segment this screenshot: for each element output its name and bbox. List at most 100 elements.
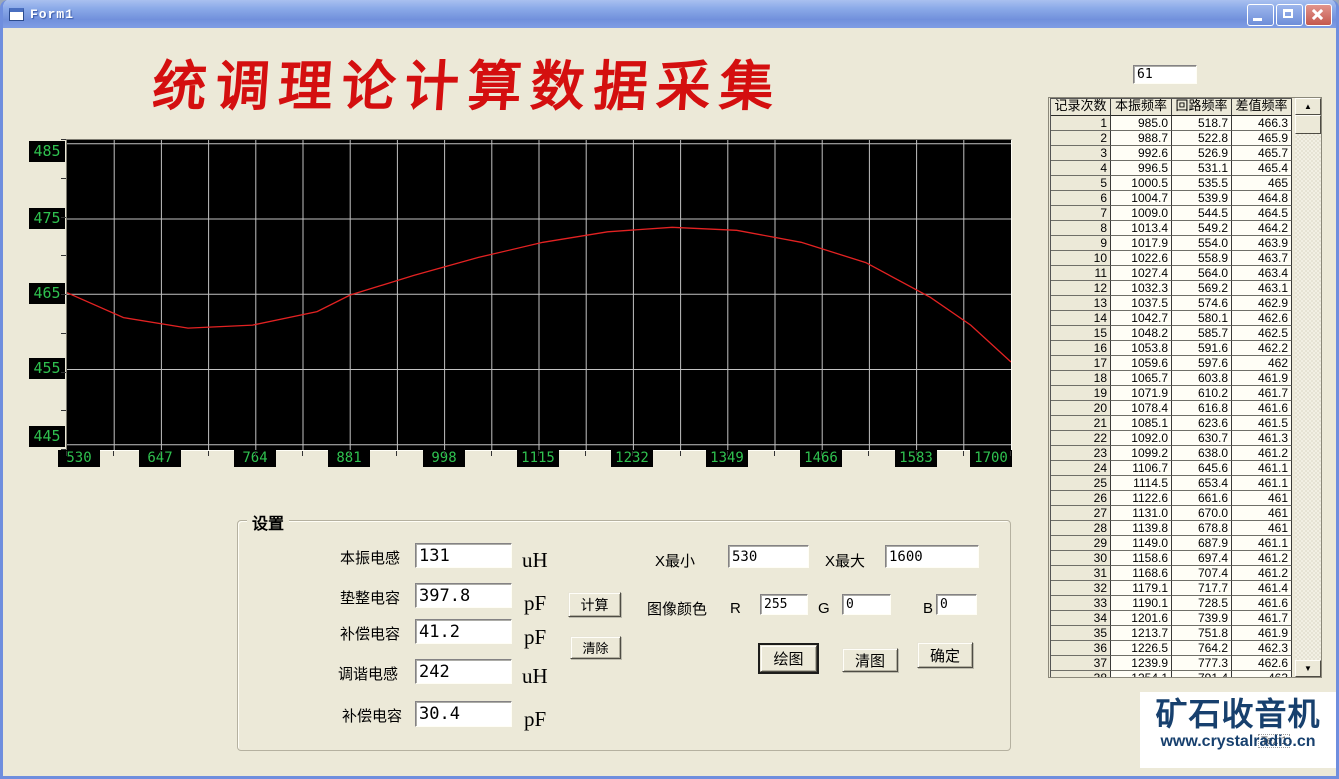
table-row[interactable]: 19 1071.9 610.2 461.7 <box>1051 386 1292 401</box>
table-row[interactable]: 31 1168.6 707.4 461.2 <box>1051 566 1292 581</box>
xmin-input[interactable] <box>728 545 809 568</box>
ok-button[interactable]: 确定 <box>917 642 973 668</box>
table-row[interactable]: 28 1139.8 678.8 461 <box>1051 521 1292 536</box>
value-cell: 1053.8 <box>1111 341 1172 356</box>
x-axis-label: 1700 <box>970 450 1012 467</box>
clear-plot-button[interactable]: 清图 <box>842 648 898 672</box>
table-row[interactable]: 23 1099.2 638.0 461.2 <box>1051 446 1292 461</box>
b-input[interactable] <box>936 594 977 615</box>
value-cell: 1122.6 <box>1111 491 1172 506</box>
table-row[interactable]: 18 1065.7 603.8 461.9 <box>1051 371 1292 386</box>
table-row[interactable]: 33 1190.1 728.5 461.6 <box>1051 596 1292 611</box>
value-cell: 630.7 <box>1172 431 1232 446</box>
chart-svg <box>66 140 1012 450</box>
unit-tuning-inductance: uH <box>522 664 548 688</box>
value-cell: 653.4 <box>1172 476 1232 491</box>
table-row[interactable]: 26 1122.6 661.6 461 <box>1051 491 1292 506</box>
y-axis-label: 475 <box>29 208 65 229</box>
clear-button[interactable]: 清除 <box>570 636 621 659</box>
titlebar[interactable]: Form1 <box>3 0 1336 28</box>
form-body: 统调理论计算数据采集 485 475 465 455 445 530 647 764 881 9… <box>3 28 1336 776</box>
table-row[interactable]: 14 1042.7 580.1 462.6 <box>1051 311 1292 326</box>
row-number-cell: 2 <box>1051 131 1111 146</box>
compute-button[interactable]: 计算 <box>568 592 621 617</box>
row-number-cell: 9 <box>1051 236 1111 251</box>
compensation-capacitance-2-input[interactable] <box>415 701 512 727</box>
table-row[interactable]: 15 1048.2 585.7 462.5 <box>1051 326 1292 341</box>
value-cell: 645.6 <box>1172 461 1232 476</box>
window-controls <box>1247 4 1332 26</box>
table-row[interactable]: 27 1131.0 670.0 461 <box>1051 506 1292 521</box>
table-row[interactable]: 32 1179.1 717.7 461.4 <box>1051 581 1292 596</box>
value-cell: 464.8 <box>1232 191 1292 206</box>
table-row[interactable]: 25 1114.5 653.4 461.1 <box>1051 476 1292 491</box>
value-cell: 996.5 <box>1111 161 1172 176</box>
table-row[interactable]: 1 985.0 518.7 466.3 <box>1051 116 1292 131</box>
value-cell: 461.2 <box>1232 551 1292 566</box>
row-number-cell: 10 <box>1051 251 1111 266</box>
row-number-cell: 23 <box>1051 446 1111 461</box>
table-row[interactable]: 36 1226.5 764.2 462.3 <box>1051 641 1292 656</box>
table-row[interactable]: 29 1149.0 687.9 461.1 <box>1051 536 1292 551</box>
table-row[interactable]: 11 1027.4 564.0 463.4 <box>1051 266 1292 281</box>
table-scrollbar[interactable]: ▲ ▼ <box>1295 98 1321 677</box>
table-row[interactable]: 12 1032.3 569.2 463.1 <box>1051 281 1292 296</box>
table-row[interactable]: 38 1254.1 791.4 463 <box>1051 671 1292 677</box>
table-row[interactable]: 13 1037.5 574.6 462.9 <box>1051 296 1292 311</box>
compensation-capacitance-1-input[interactable] <box>415 619 512 644</box>
row-number-cell: 7 <box>1051 206 1111 221</box>
table-row[interactable]: 24 1106.7 645.6 461.1 <box>1051 461 1292 476</box>
maximize-button[interactable] <box>1276 4 1303 26</box>
value-cell: 461.2 <box>1232 446 1292 461</box>
row-number-cell: 11 <box>1051 266 1111 281</box>
value-cell: 728.5 <box>1172 596 1232 611</box>
draw-button[interactable]: 绘图 <box>760 645 817 672</box>
table-row[interactable]: 10 1022.6 558.9 463.7 <box>1051 251 1292 266</box>
g-input[interactable] <box>842 594 891 615</box>
table-row[interactable]: 17 1059.6 597.6 462 <box>1051 356 1292 371</box>
record-count-input[interactable] <box>1133 65 1197 84</box>
scroll-down-button[interactable]: ▼ <box>1295 660 1321 677</box>
table-row[interactable]: 30 1158.6 697.4 461.2 <box>1051 551 1292 566</box>
r-input[interactable] <box>760 594 808 615</box>
scroll-up-button[interactable]: ▲ <box>1295 98 1321 115</box>
table-row[interactable]: 2 988.7 522.8 465.9 <box>1051 131 1292 146</box>
table-row[interactable]: 35 1213.7 751.8 461.9 <box>1051 626 1292 641</box>
table-row[interactable]: 6 1004.7 539.9 464.8 <box>1051 191 1292 206</box>
row-number-cell: 12 <box>1051 281 1111 296</box>
xmax-input[interactable] <box>885 545 979 568</box>
table-row[interactable]: 3 992.6 526.9 465.7 <box>1051 146 1292 161</box>
value-cell: 717.7 <box>1172 581 1232 596</box>
scrollbar-thumb[interactable] <box>1295 115 1321 134</box>
x-tick-mark <box>821 451 822 456</box>
col-header-diff-frequency: 差值频率 <box>1232 99 1292 116</box>
value-cell: 461.1 <box>1232 461 1292 476</box>
table-row[interactable]: 20 1078.4 616.8 461.6 <box>1051 401 1292 416</box>
table-row[interactable]: 8 1013.4 549.2 464.2 <box>1051 221 1292 236</box>
row-number-cell: 18 <box>1051 371 1111 386</box>
x-tick-mark <box>255 451 256 456</box>
field-label-compensation-capacitance-2: 补偿电容 <box>341 708 402 725</box>
value-cell: 638.0 <box>1172 446 1232 461</box>
row-number-cell: 14 <box>1051 311 1111 326</box>
table-row[interactable]: 7 1009.0 544.5 464.5 <box>1051 206 1292 221</box>
table-row[interactable]: 22 1092.0 630.7 461.3 <box>1051 431 1292 446</box>
value-cell: 462.5 <box>1232 326 1292 341</box>
row-number-cell: 17 <box>1051 356 1111 371</box>
tuning-inductance-input[interactable] <box>415 659 512 684</box>
table-row[interactable]: 9 1017.9 554.0 463.9 <box>1051 236 1292 251</box>
minimize-button[interactable] <box>1247 4 1274 26</box>
table-row[interactable]: 21 1085.1 623.6 461.5 <box>1051 416 1292 431</box>
lo-inductance-input[interactable] <box>415 543 512 568</box>
padding-capacitance-input[interactable] <box>415 583 512 608</box>
value-cell: 1042.7 <box>1111 311 1172 326</box>
table-row[interactable]: 16 1053.8 591.6 462.2 <box>1051 341 1292 356</box>
close-button[interactable] <box>1305 4 1332 26</box>
table-row[interactable]: 37 1239.9 777.3 462.6 <box>1051 656 1292 671</box>
value-cell: 1168.6 <box>1111 566 1172 581</box>
table-row[interactable]: 5 1000.5 535.5 465 <box>1051 176 1292 191</box>
table-row[interactable]: 34 1201.6 739.9 461.7 <box>1051 611 1292 626</box>
value-cell: 463.1 <box>1232 281 1292 296</box>
table-row[interactable]: 4 996.5 531.1 465.4 <box>1051 161 1292 176</box>
watermark-brand: 矿石收音机 <box>1155 696 1321 732</box>
